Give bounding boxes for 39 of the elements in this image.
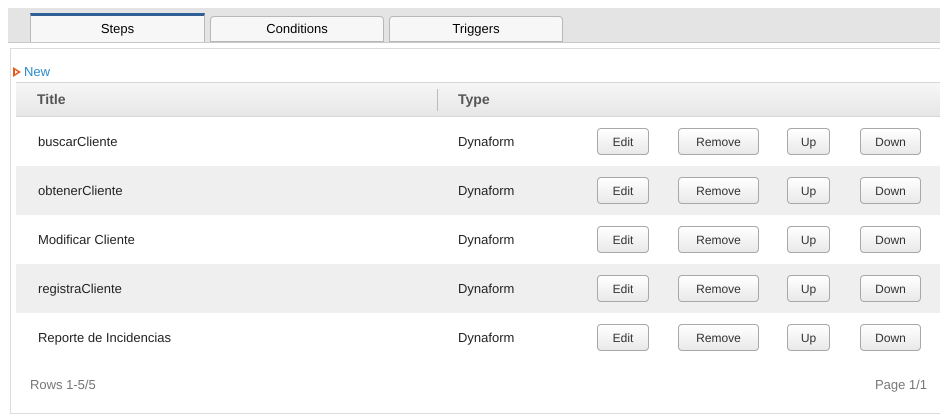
remove-button[interactable]: Remove [678, 226, 759, 253]
page-count: Page 1/1 [874, 376, 927, 394]
edit-button[interactable]: Edit [597, 128, 649, 155]
edit-button[interactable]: Edit [597, 226, 649, 253]
up-button[interactable]: Up [787, 177, 830, 204]
down-button[interactable]: Down [860, 324, 921, 351]
up-button[interactable]: Up [787, 128, 830, 155]
up-button[interactable]: Up [787, 324, 830, 351]
down-button[interactable]: Down [860, 226, 921, 253]
remove-button[interactable]: Remove [678, 177, 759, 204]
remove-button[interactable]: Remove [678, 128, 759, 155]
edit-button[interactable]: Edit [597, 177, 649, 204]
table-cell-text: Dynaform [458, 132, 516, 151]
up-button[interactable]: Up [787, 226, 830, 253]
column-header: Title [37, 90, 67, 109]
table-cell-text: buscarCliente [38, 132, 118, 151]
down-button[interactable]: Down [860, 177, 921, 204]
tab[interactable]: Triggers [389, 16, 563, 42]
remove-button[interactable]: Remove [678, 275, 759, 302]
table-cell-text: obtenerCliente [38, 182, 124, 200]
remove-button[interactable]: Remove [678, 324, 759, 351]
table-cell-text: Reporte de Incidencias [38, 328, 172, 347]
tab[interactable]: Conditions [210, 16, 384, 42]
column-header: Type [458, 90, 490, 109]
table-cell-text: Dynaform [458, 230, 516, 249]
table-cell-text: registraCliente [38, 280, 123, 298]
up-button[interactable]: Up [787, 275, 830, 302]
tab[interactable]: Steps [30, 13, 205, 42]
table-cell-text: Dynaform [458, 328, 516, 347]
edit-button[interactable]: Edit [597, 324, 649, 351]
arrow-icon [13, 67, 21, 77]
down-button[interactable]: Down [860, 275, 921, 302]
edit-button[interactable]: Edit [597, 275, 649, 302]
down-button[interactable]: Down [860, 128, 921, 155]
row-count: Rows 1-5/5 [30, 376, 96, 394]
new-link[interactable]: New [24, 62, 50, 82]
table-cell-text: Dynaform [458, 182, 516, 200]
table-cell-text: Dynaform [458, 280, 516, 298]
table-cell-text: Modificar Cliente [38, 230, 136, 249]
